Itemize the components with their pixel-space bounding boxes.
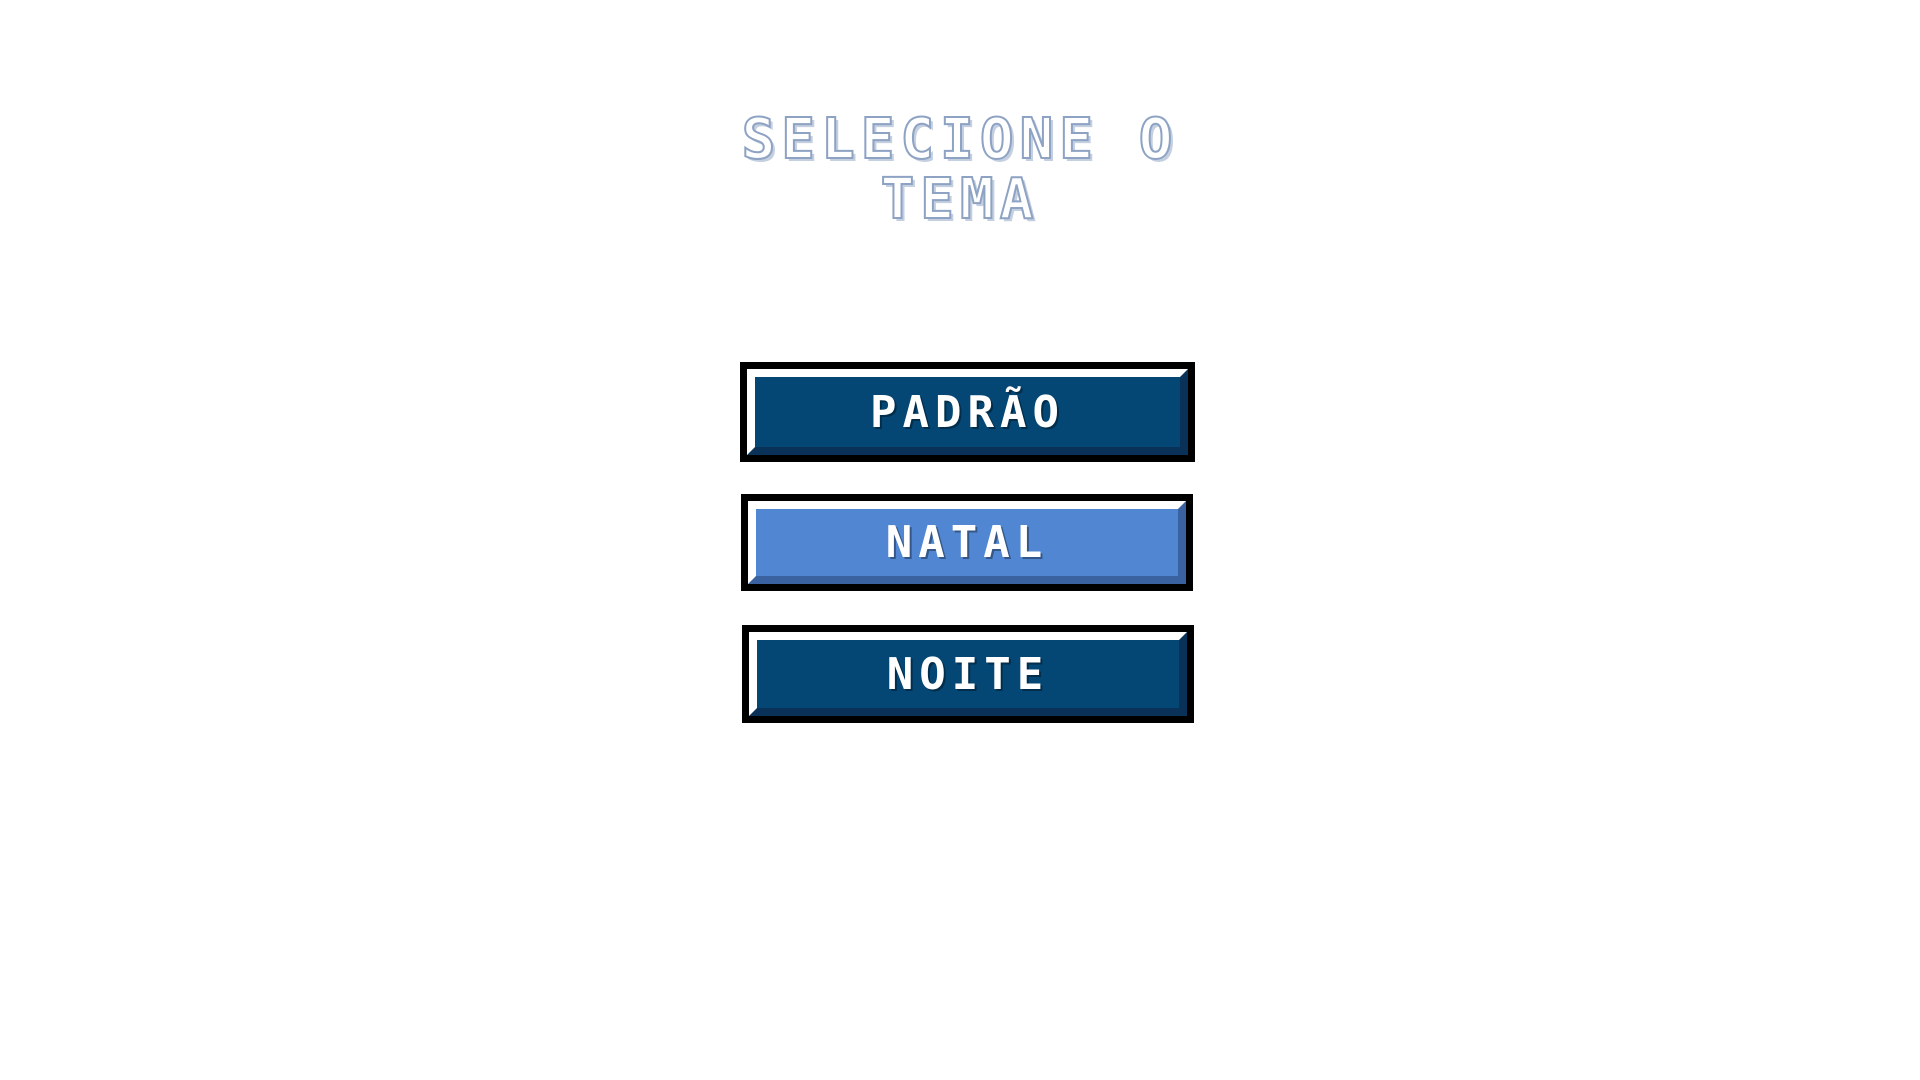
title-line-1: SELECIONE O xyxy=(741,107,1179,172)
theme-button-natal[interactable]: NATAL xyxy=(741,494,1193,591)
theme-button-label: NATAL xyxy=(885,517,1049,568)
theme-select-screen: SELECIONE O TEMA PADRÃO NATAL NOITE xyxy=(0,0,1920,1080)
button-face: PADRÃO xyxy=(747,369,1188,455)
theme-button-noite[interactable]: NOITE xyxy=(742,625,1194,723)
page-title: SELECIONE O TEMA xyxy=(660,107,1260,232)
button-face: NATAL xyxy=(748,501,1186,584)
theme-button-padrao[interactable]: PADRÃO xyxy=(740,362,1195,462)
theme-button-label: PADRÃO xyxy=(870,386,1065,438)
title-line-2: TEMA xyxy=(880,167,1040,232)
button-face: NOITE xyxy=(749,632,1187,716)
theme-button-label: NOITE xyxy=(886,648,1050,700)
